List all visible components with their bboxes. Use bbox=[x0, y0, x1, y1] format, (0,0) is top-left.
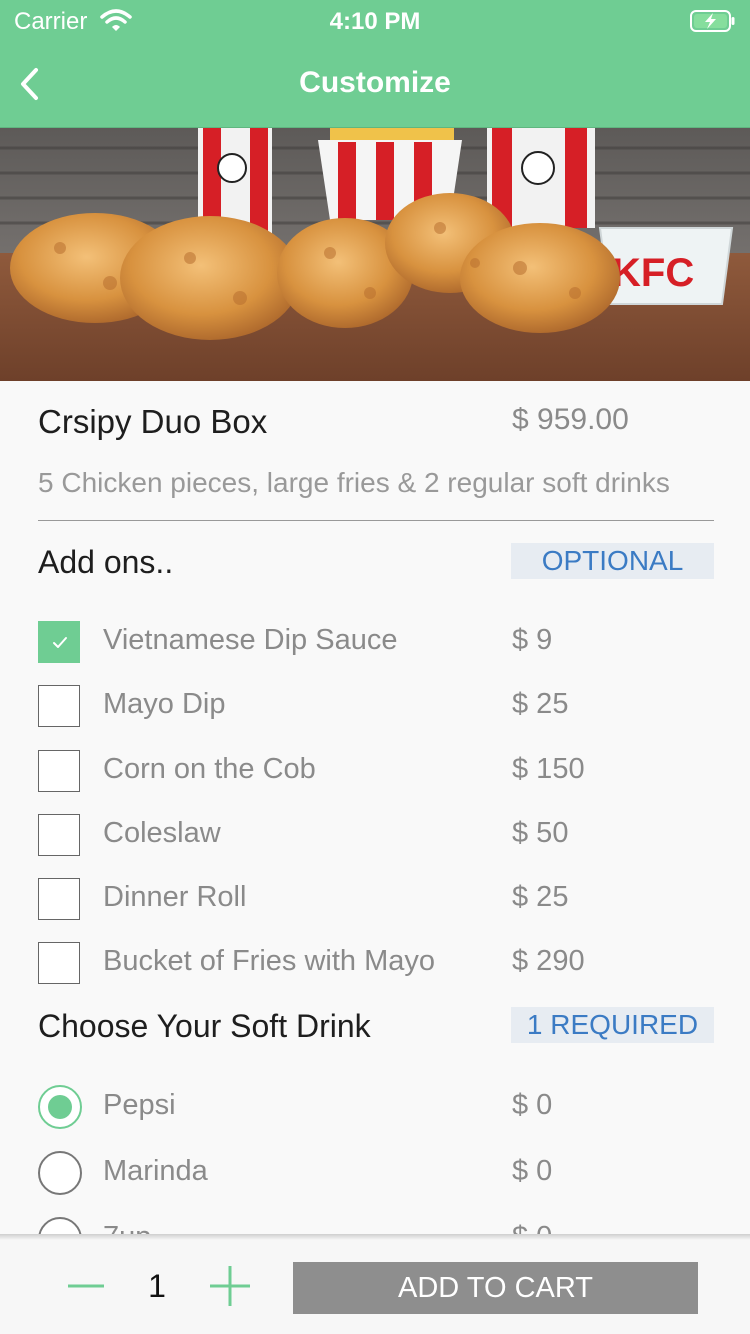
product-image: KFC bbox=[0, 128, 750, 381]
addon-item-dinner-roll[interactable]: Dinner Roll $ 25 bbox=[0, 870, 750, 930]
product-photo: KFC bbox=[0, 128, 750, 381]
addon-checkbox[interactable] bbox=[38, 942, 80, 984]
addon-label: Corn on the Cob bbox=[103, 753, 316, 785]
status-bar: Carrier 4:10 PM bbox=[0, 0, 750, 40]
product-name: Crsipy Duo Box bbox=[38, 403, 268, 440]
navigation-bar: Customize bbox=[0, 40, 750, 128]
checkmark-icon bbox=[53, 637, 67, 648]
addon-item-vietnamese-dip-sauce[interactable]: Vietnamese Dip Sauce $ 9 bbox=[0, 613, 750, 673]
increase-quantity-button[interactable] bbox=[208, 1264, 252, 1308]
addon-item-mayo-dip[interactable]: Mayo Dip $ 25 bbox=[0, 677, 750, 737]
plus-icon bbox=[210, 1266, 250, 1306]
drink-price: $ 0 bbox=[512, 1155, 553, 1187]
product-price: $ 959.00 bbox=[512, 403, 629, 436]
addon-label: Bucket of Fries with Mayo bbox=[103, 945, 435, 977]
addon-price: $ 50 bbox=[512, 817, 569, 849]
addons-title: Add ons.. bbox=[38, 544, 174, 580]
addon-label: Coleslaw bbox=[103, 817, 221, 849]
addon-item-corn-on-the-cob[interactable]: Corn on the Cob $ 150 bbox=[0, 742, 750, 802]
minus-icon bbox=[68, 1284, 104, 1288]
decrease-quantity-button[interactable] bbox=[66, 1264, 106, 1308]
status-time: 4:10 PM bbox=[329, 8, 421, 35]
addon-checkbox[interactable] bbox=[38, 814, 80, 856]
quantity-value: 1 bbox=[148, 1268, 166, 1304]
required-badge: 1 REQUIRED bbox=[511, 1007, 714, 1043]
addon-price: $ 9 bbox=[512, 624, 553, 656]
page-title: Customize bbox=[299, 66, 451, 99]
addon-checkbox[interactable] bbox=[38, 750, 80, 792]
customize-content: Crsipy Duo Box $ 959.00 5 Chicken pieces… bbox=[0, 381, 750, 1239]
svg-text:KFC: KFC bbox=[612, 251, 694, 295]
addon-label: Mayo Dip bbox=[103, 688, 226, 720]
drink-label: Marinda bbox=[103, 1155, 208, 1187]
addon-checkbox[interactable] bbox=[38, 685, 80, 727]
addon-checkbox[interactable] bbox=[38, 621, 80, 663]
addon-price: $ 150 bbox=[512, 753, 585, 785]
soft-drink-title: Choose Your Soft Drink bbox=[38, 1008, 371, 1044]
optional-badge: OPTIONAL bbox=[511, 543, 714, 579]
drink-radio[interactable] bbox=[38, 1151, 82, 1195]
addon-price: $ 25 bbox=[512, 881, 569, 913]
drink-item-pepsi[interactable]: Pepsi $ 0 bbox=[0, 1078, 750, 1138]
addon-price: $ 25 bbox=[512, 688, 569, 720]
addon-label: Dinner Roll bbox=[103, 881, 247, 913]
addon-label: Vietnamese Dip Sauce bbox=[103, 624, 398, 656]
drink-price: $ 0 bbox=[512, 1089, 553, 1121]
drink-radio[interactable] bbox=[38, 1085, 82, 1129]
addon-checkbox[interactable] bbox=[38, 878, 80, 920]
cart-bar: 1 ADD TO CART bbox=[0, 1240, 750, 1334]
addon-item-coleslaw[interactable]: Coleslaw $ 50 bbox=[0, 806, 750, 866]
addon-item-bucket-of-fries[interactable]: Bucket of Fries with Mayo $ 290 bbox=[0, 934, 750, 994]
add-to-cart-button[interactable]: ADD TO CART bbox=[293, 1262, 698, 1314]
drink-label: Pepsi bbox=[103, 1089, 176, 1121]
battery-charging-icon bbox=[690, 10, 735, 32]
divider bbox=[38, 520, 714, 521]
addon-price: $ 290 bbox=[512, 945, 585, 977]
product-description: 5 Chicken pieces, large fries & 2 regula… bbox=[38, 467, 670, 498]
drink-item-marinda[interactable]: Marinda $ 0 bbox=[0, 1144, 750, 1204]
